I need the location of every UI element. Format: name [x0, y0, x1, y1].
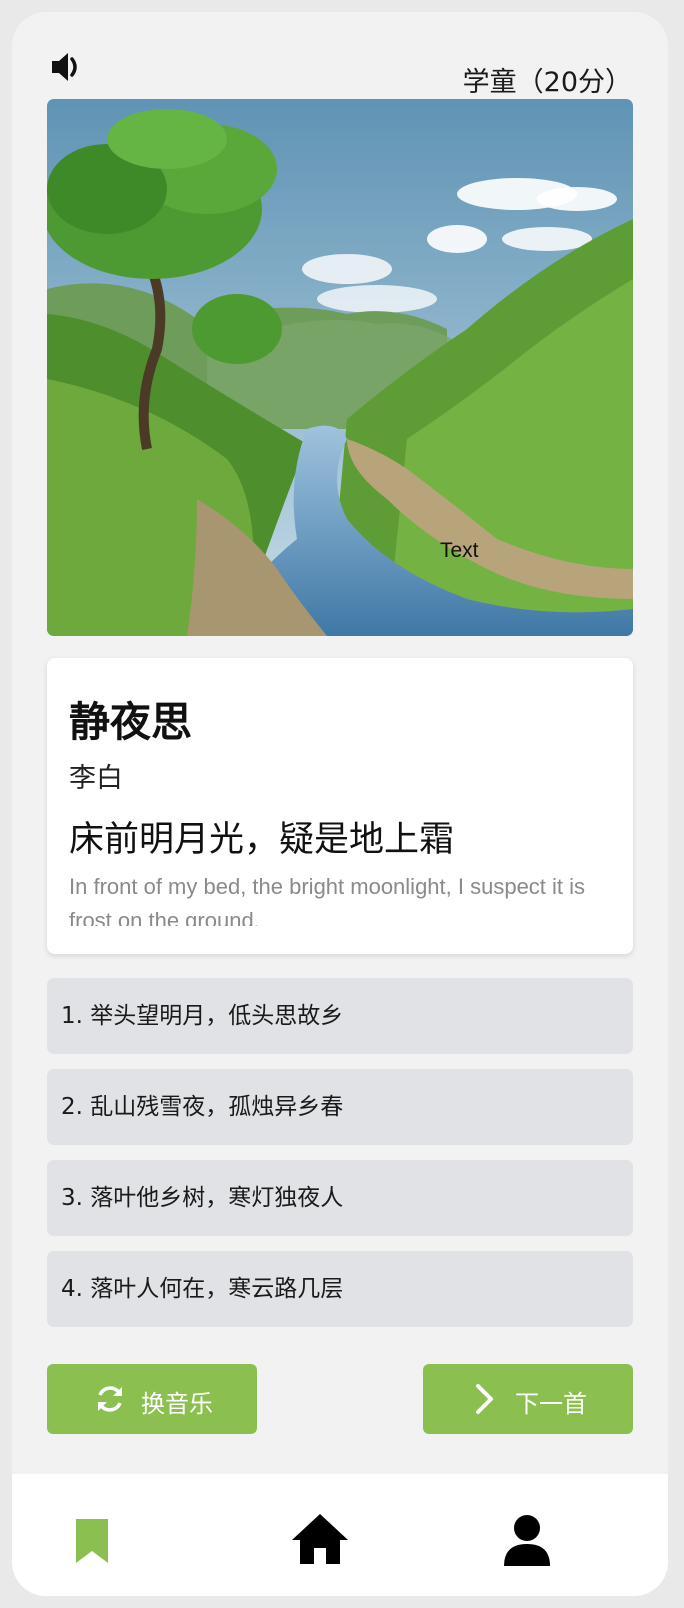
top-bar: 学童（20分） — [12, 12, 668, 102]
next-poem-label: 下一首 — [515, 1390, 587, 1418]
chevron-right-icon — [476, 1384, 493, 1414]
user-icon[interactable] — [504, 1514, 550, 1566]
change-music-button[interactable]: 换音乐 — [47, 1364, 257, 1434]
home-icon[interactable] — [292, 1514, 348, 1564]
bottom-nav — [12, 1474, 668, 1596]
speaker-icon[interactable] — [50, 50, 84, 84]
answer-option[interactable]: 3. 落叶他乡树，寒灯独夜人 — [47, 1160, 633, 1236]
answer-option[interactable]: 2. 乱山残雪夜，孤烛异乡春 — [47, 1069, 633, 1145]
poem-card: 静夜思 李白 床前明月光，疑是地上霜 In front of my bed, t… — [47, 658, 633, 954]
level-label: 学童（20分） — [462, 67, 632, 98]
answer-option[interactable]: 1. 举头望明月，低头思故乡 — [47, 978, 633, 1054]
poem-author: 李白 — [69, 763, 123, 794]
next-poem-button[interactable]: 下一首 — [423, 1364, 633, 1434]
image-caption: Text — [440, 539, 479, 562]
poem-line: 床前明月光，疑是地上霜 — [69, 820, 455, 860]
bookmark-icon[interactable] — [76, 1519, 108, 1563]
refresh-icon — [98, 1386, 122, 1412]
poem-title: 静夜思 — [69, 698, 192, 746]
app-screen: 学童（20分） Text 静夜思 李白 床前明月光，疑是地上霜 In front… — [12, 12, 668, 1596]
poem-illustration: Text — [47, 99, 633, 636]
change-music-label: 换音乐 — [141, 1390, 213, 1418]
landscape-image — [47, 99, 633, 636]
poem-translation: In front of my bed, the bright moonlight… — [69, 874, 586, 926]
answer-option[interactable]: 4. 落叶人何在，寒云路几层 — [47, 1251, 633, 1327]
